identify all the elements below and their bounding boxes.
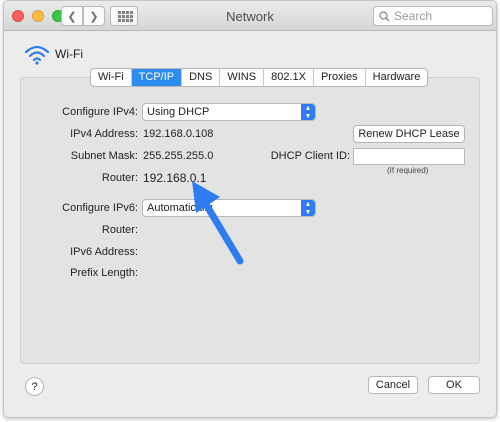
tab-hardware[interactable]: Hardware xyxy=(366,69,428,86)
configure-ipv4-label: Configure IPv4: xyxy=(62,106,138,118)
updown-chevron-icon: ▲ ▼ xyxy=(301,104,315,120)
configure-ipv4-select[interactable]: Using DHCP ▲ ▼ xyxy=(142,103,316,121)
subnet-mask-value: 255.255.255.0 xyxy=(143,150,214,162)
ok-button[interactable]: OK xyxy=(428,376,480,394)
dhcp-client-id-label: DHCP Client ID: xyxy=(270,150,350,162)
router-label: Router: xyxy=(101,172,138,184)
client-id-hint: (If required) xyxy=(387,166,429,175)
tab-wins[interactable]: WINS xyxy=(220,69,265,86)
prefix-length-label: Prefix Length: xyxy=(70,267,138,279)
title-bar: ❮ ❯ Network Search xyxy=(4,1,496,31)
subnet-mask-label: Subnet Mask: xyxy=(70,150,138,162)
search-icon xyxy=(379,10,390,22)
cancel-button[interactable]: Cancel xyxy=(368,376,418,394)
annotation-arrow-icon xyxy=(192,181,244,265)
ipv4-address-label: IPv4 Address: xyxy=(70,128,138,140)
dhcp-client-id-field[interactable] xyxy=(353,148,465,165)
network-window: ❮ ❯ Network Search Wi-Fi Wi-Fi TCP/IP DN… xyxy=(3,0,497,418)
tab-dns[interactable]: DNS xyxy=(182,69,221,86)
tab-bar: Wi-Fi TCP/IP DNS WINS 802.1X Proxies Har… xyxy=(90,68,429,87)
configure-ipv6-label: Configure IPv6: xyxy=(62,202,138,214)
configure-ipv4-value: Using DHCP xyxy=(147,106,210,118)
tab-8021x[interactable]: 802.1X xyxy=(264,69,314,86)
wifi-icon xyxy=(24,45,50,65)
ipv6-router-label: Router: xyxy=(101,224,138,236)
search-field[interactable]: Search xyxy=(373,6,493,26)
renew-dhcp-lease-button[interactable]: Renew DHCP Lease xyxy=(353,125,465,143)
tab-proxies[interactable]: Proxies xyxy=(314,69,366,86)
tab-wifi[interactable]: Wi-Fi xyxy=(91,69,132,86)
service-name: Wi-Fi xyxy=(55,47,83,61)
ipv6-address-label: IPv6 Address: xyxy=(70,246,138,258)
updown-chevron-icon: ▲ ▼ xyxy=(301,200,315,216)
search-placeholder: Search xyxy=(394,9,433,23)
tab-tcpip[interactable]: TCP/IP xyxy=(131,69,183,86)
ipv4-address-value: 192.168.0.108 xyxy=(143,128,214,140)
help-button[interactable]: ? xyxy=(25,377,44,396)
